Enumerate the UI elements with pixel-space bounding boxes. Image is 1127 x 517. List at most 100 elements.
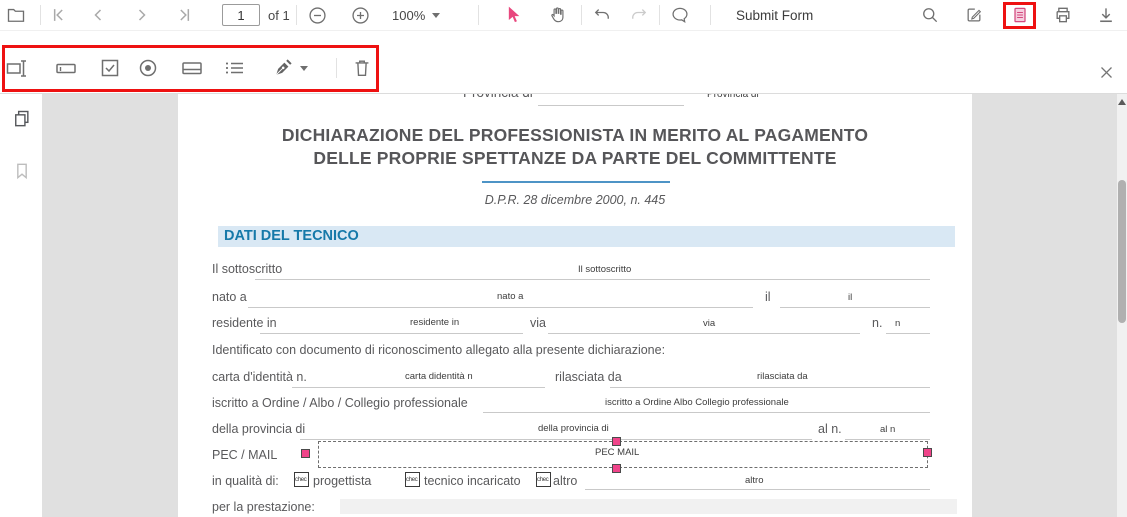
next-page-button[interactable] xyxy=(128,3,156,27)
overlay-nato-a: nato a xyxy=(497,291,524,302)
document-subtitle: D.P.R. 28 dicembre 2000, n. 445 xyxy=(484,193,666,207)
first-page-button[interactable] xyxy=(44,3,72,27)
zoom-in-icon xyxy=(350,5,371,26)
scrollbar-thumb[interactable] xyxy=(1118,180,1126,323)
last-page-icon xyxy=(175,5,195,25)
selection-handle-bottom[interactable] xyxy=(612,464,621,473)
overlay-pec-mail: PEC MAIL xyxy=(595,447,640,458)
thumbnails-panel-button[interactable] xyxy=(9,106,35,132)
checkbox-tecnico-incaricato[interactable]: chec xyxy=(405,472,420,487)
label-il-sottoscritto: Il sottoscritto xyxy=(212,262,283,276)
bookmarks-icon xyxy=(12,160,32,182)
selection-handle-left[interactable] xyxy=(301,449,310,458)
chevron-down-icon xyxy=(432,12,441,18)
signature-pen-icon xyxy=(272,57,294,79)
field-n[interactable] xyxy=(886,333,930,334)
zoom-level-select[interactable]: 100% xyxy=(392,3,458,27)
delete-field-button[interactable] xyxy=(348,54,376,82)
close-form-toolbar-button[interactable] xyxy=(1094,60,1118,84)
label-della-provincia: della provincia di xyxy=(212,422,306,436)
combobox-tool-button[interactable] xyxy=(178,54,206,82)
pdf-page: Provincia di Provincia di DICHIARAZIONE … xyxy=(178,94,972,517)
toolbar-divider xyxy=(296,5,297,25)
search-button[interactable] xyxy=(916,3,944,27)
download-icon xyxy=(1096,5,1116,25)
radio-button-icon xyxy=(136,56,160,80)
radio-button-tool-button[interactable] xyxy=(134,54,162,82)
overlay-via: via xyxy=(703,318,716,329)
field-nato-a[interactable] xyxy=(248,307,753,308)
download-button[interactable] xyxy=(1092,3,1120,27)
text-field-tool-button[interactable] xyxy=(3,54,31,82)
field-altro[interactable] xyxy=(585,489,930,490)
selection-handle-right[interactable] xyxy=(923,448,932,457)
field-iscritto-ordine[interactable] xyxy=(483,412,930,413)
field-carta-identita[interactable] xyxy=(292,387,545,388)
checkbox-progettista[interactable]: chec xyxy=(294,472,309,487)
cursor-icon xyxy=(503,5,523,25)
form-fields-button[interactable] xyxy=(1006,3,1034,27)
overlay-il: il xyxy=(848,292,853,303)
provincia-doc-label: Provincia di xyxy=(463,94,533,100)
field-della-provincia[interactable] xyxy=(300,439,812,440)
checkbox-tool-button[interactable] xyxy=(96,54,124,82)
open-file-button[interactable] xyxy=(2,3,30,27)
previous-page-button[interactable] xyxy=(84,3,112,27)
page-number-input[interactable] xyxy=(222,4,260,26)
search-icon xyxy=(920,5,940,25)
provincia-field[interactable] xyxy=(538,105,684,106)
label-progettista: progettista xyxy=(313,474,372,488)
label-residente-in: residente in xyxy=(212,316,277,330)
chevron-right-icon xyxy=(132,5,152,25)
overlay-iscritto-ordine: iscritto a Ordine Albo Collegio professi… xyxy=(605,397,789,408)
title-rule xyxy=(482,181,670,183)
checkbox-overlay-text: chec xyxy=(406,476,418,483)
submit-form-button[interactable]: Submit Form xyxy=(736,0,813,31)
label-in-qualita-di: in qualità di: xyxy=(212,474,279,488)
print-button[interactable] xyxy=(1049,3,1077,27)
field-rilasciata-da[interactable] xyxy=(610,387,930,388)
zoom-in-button[interactable] xyxy=(346,3,374,27)
zoom-out-button[interactable] xyxy=(303,3,331,27)
field-residente-in[interactable] xyxy=(260,333,523,334)
checkbox-altro[interactable]: chec xyxy=(536,472,551,487)
field-per-la-prestazione[interactable] xyxy=(340,499,957,514)
vertical-scrollbar[interactable] xyxy=(1117,94,1127,517)
last-page-button[interactable] xyxy=(171,3,199,27)
field-il[interactable] xyxy=(780,307,930,308)
close-icon xyxy=(1099,65,1114,80)
overlay-della-provincia: della provincia di xyxy=(538,423,609,434)
field-via[interactable] xyxy=(548,333,860,334)
folder-icon xyxy=(6,5,26,25)
overlay-n: n xyxy=(895,318,901,329)
document-title-line1: DICHIARAZIONE DEL PROFESSIONISTA IN MERI… xyxy=(281,125,869,145)
redo-button[interactable] xyxy=(625,3,653,27)
undo-icon xyxy=(592,5,612,25)
checkbox-icon xyxy=(98,56,122,80)
left-sidebar xyxy=(0,94,42,517)
selection-handle-top[interactable] xyxy=(612,437,621,446)
hand-tool-button[interactable] xyxy=(543,3,571,27)
page-thumbnails-icon xyxy=(12,108,32,130)
edit-annotations-button[interactable] xyxy=(960,3,988,27)
undo-button[interactable] xyxy=(588,3,616,27)
combobox-icon xyxy=(180,56,204,80)
pdf-form-editor: of 1 100% Submit Form xyxy=(0,0,1127,517)
label-per-la-prestazione: per la prestazione: xyxy=(212,500,315,514)
toolbar-divider xyxy=(710,5,711,25)
overlay-il-sottoscritto: Il sottoscritto xyxy=(578,264,632,275)
label-al-n: al n. xyxy=(818,422,842,436)
signature-tool-button[interactable] xyxy=(272,54,316,82)
text-input-tool-button[interactable] xyxy=(52,54,80,82)
listbox-tool-button[interactable] xyxy=(220,54,248,82)
label-nato-a: nato a xyxy=(212,290,247,304)
scrollbar-up-arrow-icon[interactable] xyxy=(1118,99,1126,105)
text-field-icon xyxy=(5,56,29,80)
label-pec-mail: PEC / MAIL xyxy=(212,448,278,462)
field-il-sottoscritto[interactable] xyxy=(255,279,930,280)
select-tool-button[interactable] xyxy=(499,3,527,27)
comment-tool-button[interactable] xyxy=(666,3,694,27)
bookmarks-panel-button[interactable] xyxy=(9,158,35,184)
hand-icon xyxy=(547,5,567,25)
field-al-n[interactable] xyxy=(845,439,930,440)
